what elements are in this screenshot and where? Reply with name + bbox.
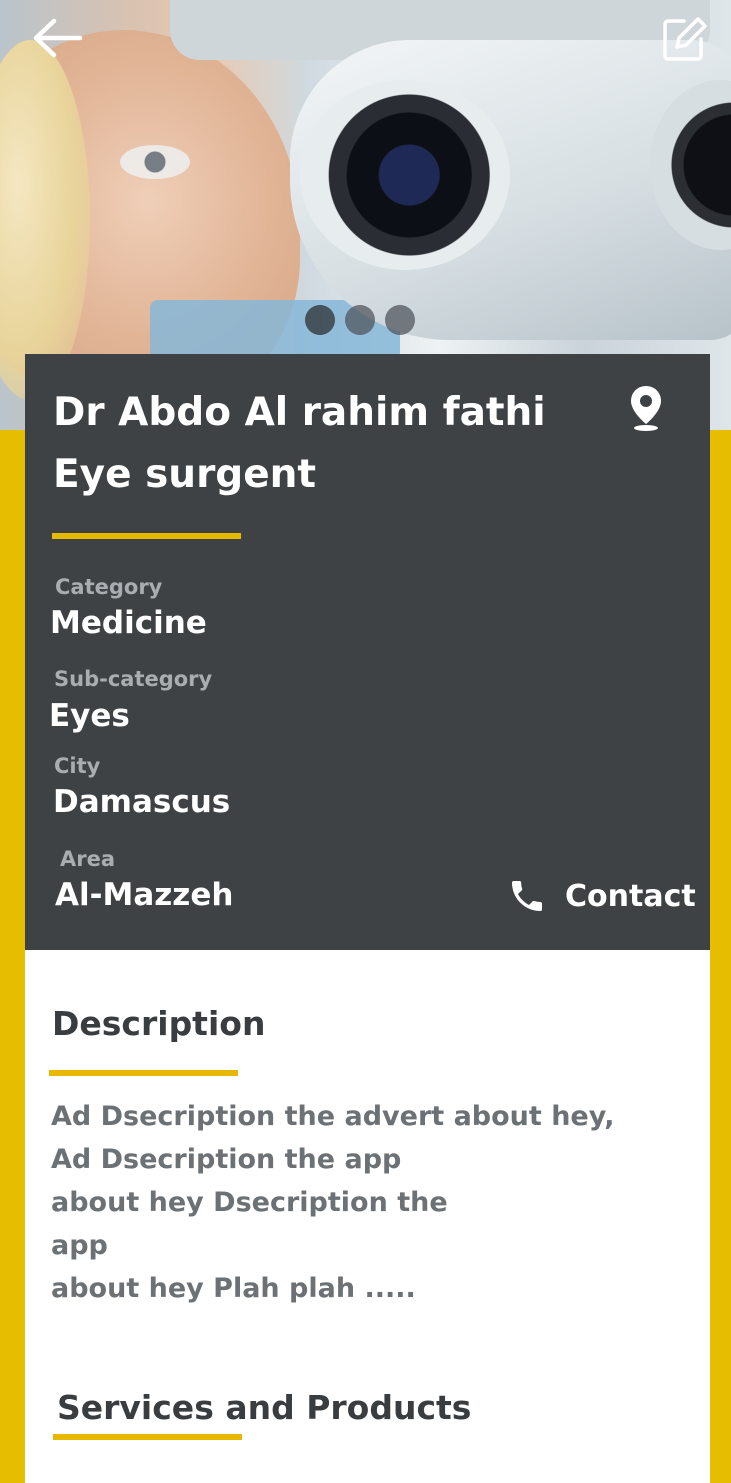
services-underline: [53, 1434, 242, 1440]
location-pin-icon[interactable]: [629, 384, 663, 432]
city-label: City: [54, 754, 101, 778]
carousel-indicator[interactable]: [305, 305, 415, 335]
edit-button[interactable]: [656, 14, 712, 64]
edit-icon: [663, 17, 707, 61]
description-text: Ad Dsecription the advert about hey, Ad …: [51, 1101, 615, 1304]
subcategory-label: Sub-category: [54, 667, 213, 691]
profile-card: Dr Abdo Al rahim fathi Eye surgent Categ…: [25, 354, 710, 950]
area-value: Al-Mazzeh: [55, 877, 234, 913]
photo-lens: [300, 80, 510, 270]
description-heading: Description: [52, 1004, 266, 1043]
contact-button[interactable]: Contact: [507, 876, 696, 916]
carousel-dot[interactable]: [305, 305, 335, 335]
photo-eye: [120, 145, 190, 179]
carousel-dot[interactable]: [345, 305, 375, 335]
carousel-dot[interactable]: [385, 305, 415, 335]
area-label: Area: [60, 847, 116, 871]
title-underline: [52, 533, 241, 539]
services-heading: Services and Products: [57, 1388, 472, 1427]
profile-title: Dr Abdo Al rahim fathi Eye surgent: [53, 390, 546, 497]
category-value: Medicine: [50, 605, 207, 641]
city-value: Damascus: [53, 784, 231, 820]
subcategory-value: Eyes: [49, 698, 130, 734]
contact-label: Contact: [565, 878, 696, 914]
arrow-left-icon: [33, 18, 83, 58]
back-button[interactable]: [28, 14, 84, 64]
details-section: Description Ad Dsecription the advert ab…: [25, 950, 710, 1483]
description-underline: [49, 1070, 238, 1076]
category-label: Category: [55, 575, 163, 599]
phone-icon: [512, 881, 542, 911]
